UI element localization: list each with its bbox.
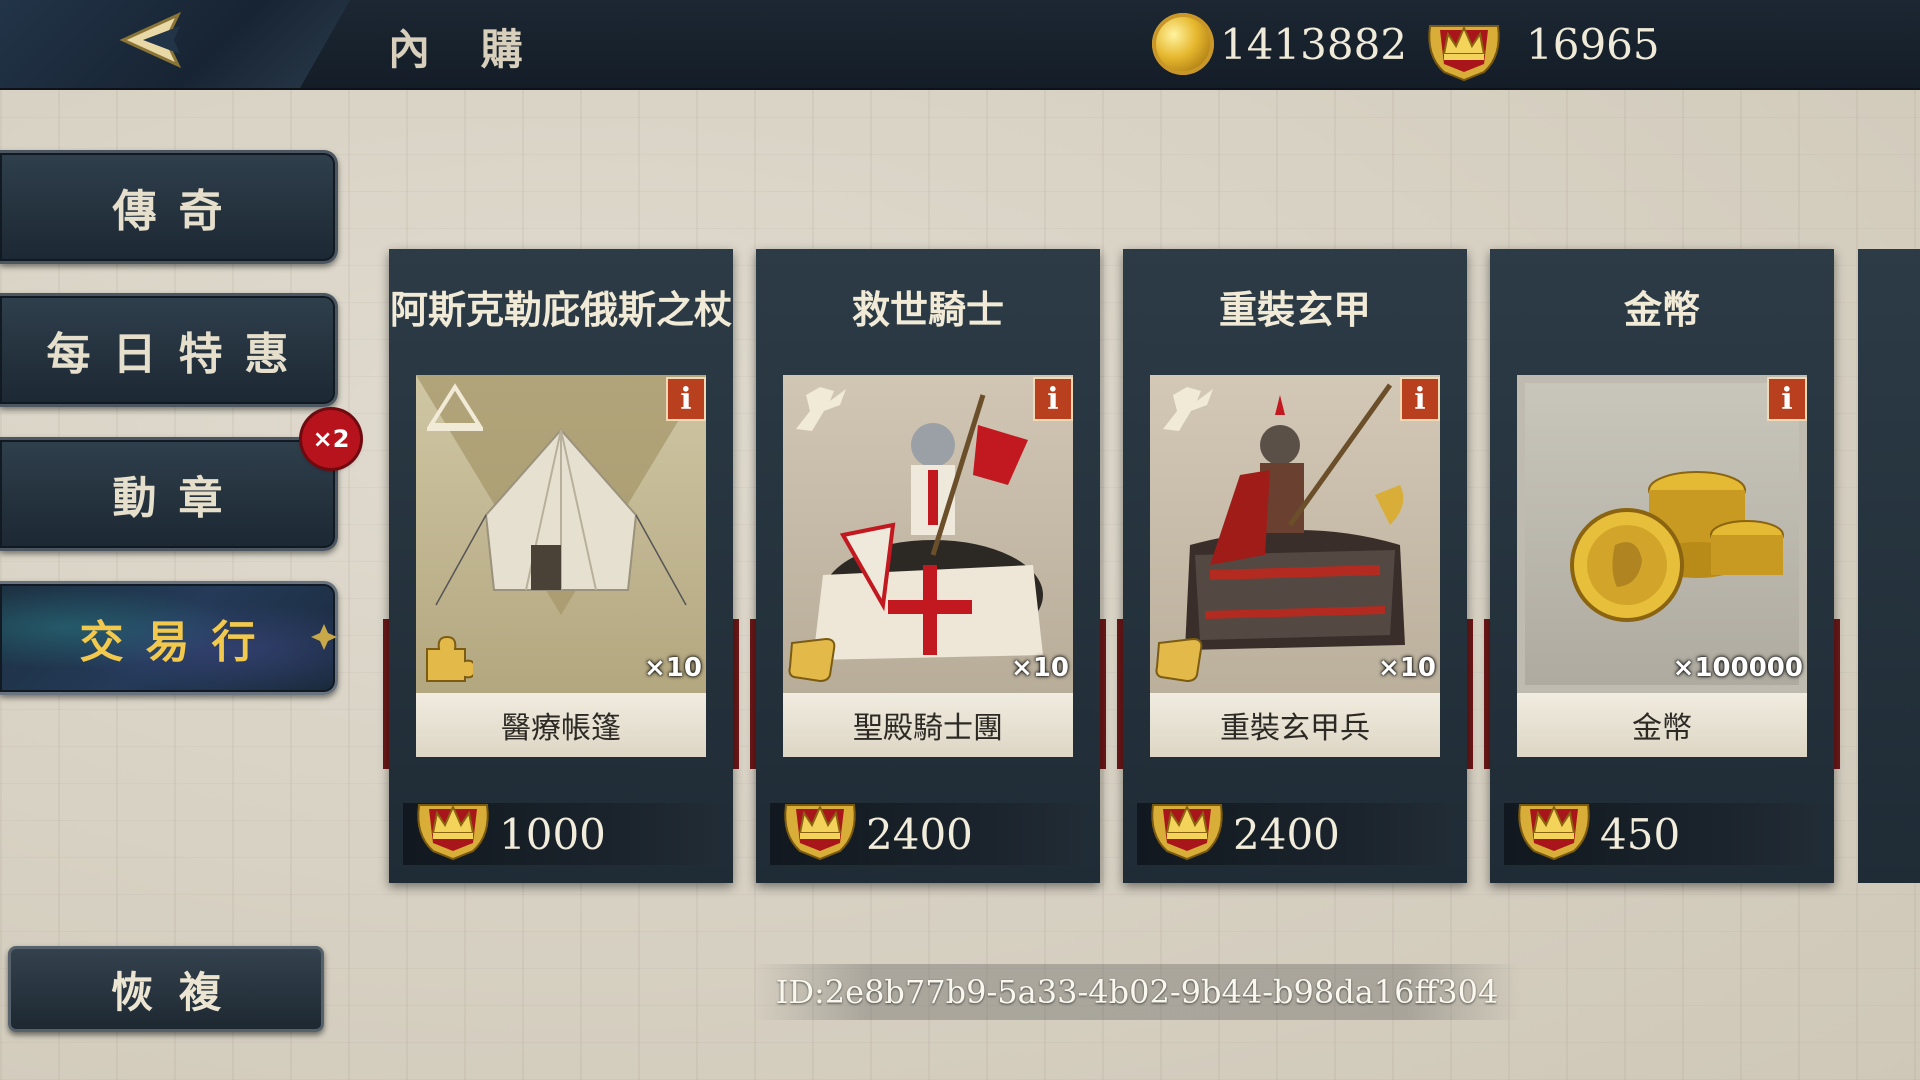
item-image xyxy=(1517,375,1807,693)
shop-card-tent[interactable]: 阿斯克勒庇俄斯之杖 i ×10 醫療帳篷 1000 xyxy=(383,249,739,883)
item-price: 2400 xyxy=(1233,809,1340,859)
item-quantity: ×10 xyxy=(644,653,702,683)
restore-button[interactable]: 恢複 xyxy=(8,946,324,1032)
back-arrow-icon[interactable] xyxy=(118,10,198,70)
shop-card-templar[interactable]: 救世騎士 i ×10 聖殿騎士團 2400 xyxy=(750,249,1106,883)
scroll-icon xyxy=(1155,637,1203,683)
crown-icon xyxy=(1151,804,1223,861)
double-badge: ×2 xyxy=(302,410,360,468)
cavalry-category-icon xyxy=(1163,387,1213,431)
item-price: 450 xyxy=(1600,809,1681,859)
item-quantity: ×10 xyxy=(1011,653,1069,683)
item-name: 聖殿騎士團 xyxy=(783,693,1073,757)
tent-category-icon xyxy=(427,383,483,431)
user-id-label: ID:2e8b77b9-5a33-4b02-9b44-b98da16ff304 xyxy=(752,964,1522,1020)
next-card-peek[interactable] xyxy=(1858,249,1920,883)
ornament-icon xyxy=(311,624,337,650)
sidebar-item-label: 動章 xyxy=(112,473,245,524)
item-name: 金幣 xyxy=(1517,693,1807,757)
sidebar-item-label: 傳奇 xyxy=(112,186,245,237)
card-title: 重裝玄甲 xyxy=(1218,287,1371,332)
gold-coins-image-icon xyxy=(1570,471,1784,622)
cavalry-category-icon xyxy=(796,387,846,431)
item-quantity: ×100000 xyxy=(1672,653,1803,683)
item-name: 重裝玄甲兵 xyxy=(1150,693,1440,757)
scroll-icon xyxy=(788,637,836,683)
sidebar-item-label: 每日特惠 xyxy=(46,329,311,380)
card-title: 金幣 xyxy=(1623,287,1700,332)
crown-amount: 16965 xyxy=(1526,19,1660,69)
gold-currency: 1413882 xyxy=(1152,6,1407,82)
crown-icon xyxy=(1518,804,1590,861)
sidebar-item-medals[interactable]: 動章 xyxy=(0,437,338,551)
info-button[interactable]: i xyxy=(1767,377,1807,421)
shop-card-heavy-cavalry[interactable]: 重裝玄甲 i ×10 重裝玄甲兵 2400 xyxy=(1117,249,1473,883)
page-title: 內 購 xyxy=(388,25,541,74)
top-bar: 內 購 1413882 16965 xyxy=(0,0,1920,90)
crown-currency: 16965 xyxy=(1424,6,1660,82)
shop-card-gold[interactable]: 金幣 i ×100000 金幣 450 xyxy=(1484,249,1840,883)
item-price: 2400 xyxy=(866,809,973,859)
crown-icon xyxy=(784,804,856,861)
info-button[interactable]: i xyxy=(1033,377,1073,421)
sidebar-item-legend[interactable]: 傳奇 xyxy=(0,150,338,264)
puzzle-piece-icon xyxy=(426,635,473,682)
card-title: 阿斯克勒庇俄斯之杖 xyxy=(389,287,732,332)
gold-coin-icon xyxy=(1152,13,1214,75)
info-button[interactable]: i xyxy=(1400,377,1440,421)
item-price: 1000 xyxy=(499,809,606,859)
sidebar-item-trading-house[interactable]: 交易行 xyxy=(0,581,338,695)
item-name: 醫療帳篷 xyxy=(416,693,706,757)
gold-amount: 1413882 xyxy=(1220,19,1408,69)
crown-icon xyxy=(1428,25,1500,82)
restore-label: 恢複 xyxy=(110,967,247,1017)
crown-icon xyxy=(417,804,489,861)
sidebar-item-label: 交易行 xyxy=(79,617,278,668)
item-quantity: ×10 xyxy=(1378,653,1436,683)
sidebar-item-daily-deals[interactable]: 每日特惠 xyxy=(0,293,338,407)
info-button[interactable]: i xyxy=(666,377,706,421)
card-title: 救世騎士 xyxy=(851,287,1004,332)
